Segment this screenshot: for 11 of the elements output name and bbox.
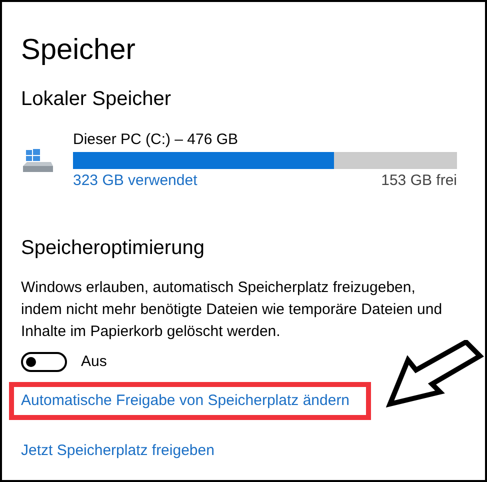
toggle-label: Aus [81,352,107,372]
free-space: 153 GB frei [381,171,457,191]
description: Windows erlauben, automatisch Speicherplatz freizugeben, indem nicht mehr benötigte Dateien wie temporäre Dateien und Inhalte im Papierkorb gelöscht werden. [21,278,444,342]
section-heading: Lokaler Speicher [21,87,172,112]
used-space[interactable]: 323 GB verwendet [73,171,198,191]
drive-name: Dieser PC (C:) – 476 GB [73,130,240,150]
toggle-switch[interactable] [21,352,67,372]
page-title: Speicher [21,33,136,68]
link[interactable]: Automatische Freigabe von Speicherplatz ändern [21,392,350,408]
link[interactable]: Jetzt Speicherplatz freigeben [21,442,214,458]
section-heading: Speicheroptimierung [21,236,206,261]
